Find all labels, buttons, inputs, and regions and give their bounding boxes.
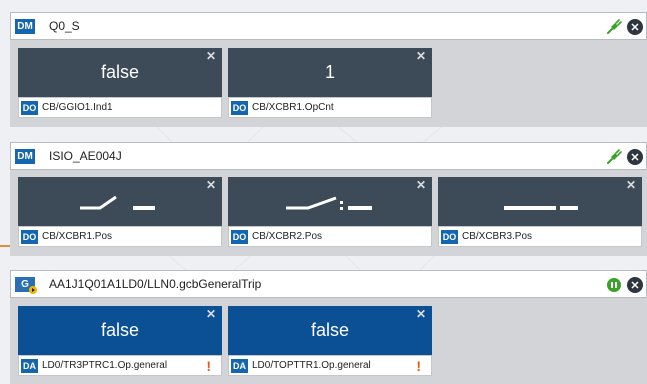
tile-footer: DA LD0/TOPTTR1.Op.general ! — [228, 355, 432, 376]
tile-label: CB/XCBR1.OpCnt — [252, 102, 334, 113]
switch-position-tile[interactable]: ✕ DO CB/XCBR1.Pos — [18, 177, 222, 247]
remove-tile-icon[interactable]: ✕ — [416, 49, 426, 63]
tile-type-badge: DO — [21, 230, 38, 244]
breaker-open-icon — [80, 195, 155, 210]
tile-label: CB/XCBR2.Pos — [252, 231, 323, 242]
value-tile[interactable]: false ✕ DA LD0/TOPTTR1.Op.general ! — [228, 306, 432, 376]
remove-tile-icon[interactable]: ✕ — [206, 307, 216, 321]
panel-type-badge: DM — [15, 149, 35, 164]
tile-label: LD0/TR3PTRC1.Op.general — [42, 360, 168, 371]
close-panel-button[interactable]: ✕ — [627, 149, 643, 165]
tile-graphic-area — [18, 177, 222, 226]
tile-label: CB/XCBR1.Pos — [42, 231, 113, 242]
tile-graphic-area — [438, 177, 642, 226]
panel-title: AA1J1Q01A1LD0/LLN0.gcbGeneralTrip — [49, 277, 262, 291]
tile-footer: DO CB/XCBR1.Pos — [18, 226, 222, 247]
panel-type-badge: DM — [15, 19, 35, 34]
breaker-closed-icon — [504, 206, 578, 210]
value-tile[interactable]: false ✕ DA LD0/TR3PTRC1.Op.general ! — [18, 306, 222, 376]
tile-value: false — [18, 48, 222, 97]
value-tile[interactable]: 1 ✕ DO CB/XCBR1.OpCnt — [228, 48, 432, 118]
tile-label: CB/GGIO1.Ind1 — [42, 102, 113, 113]
panel-title: ISIO_AE004J — [49, 149, 122, 163]
tile-type-badge: DO — [21, 101, 38, 115]
close-panel-button[interactable]: ✕ — [627, 277, 643, 293]
value-tile[interactable]: false ✕ DO CB/GGIO1.Ind1 — [18, 48, 222, 118]
remove-tile-icon[interactable]: ✕ — [206, 49, 216, 63]
goose-subscription-icon[interactable] — [606, 277, 622, 293]
tile-type-badge: DA — [21, 359, 38, 373]
tile-value: false — [18, 306, 222, 355]
switch-position-tile[interactable]: ✕ DO CB/XCBR2.Pos — [228, 177, 432, 247]
panel-header: G AA1J1Q01A1LD0/LLN0.gcbGeneralTrip ✕ — [10, 270, 647, 298]
tile-value: false — [228, 306, 432, 355]
warning-icon: ! — [206, 358, 211, 374]
remove-tile-icon[interactable]: ✕ — [416, 307, 426, 321]
remove-tile-icon[interactable]: ✕ — [206, 178, 216, 192]
breaker-intermediate-icon — [286, 196, 372, 210]
watch-panel-q0-s: DM Q0_S ✕ false ✕ DO CB/GGIO1.Ind1 1 ✕ D… — [10, 12, 647, 127]
tile-footer: DO CB/GGIO1.Ind1 — [18, 97, 222, 118]
watch-panel-isio: DM ISIO_AE004J ✕ ✕ DO CB/XCBR1.Pos ✕ DO … — [10, 142, 647, 256]
close-panel-button[interactable]: ✕ — [627, 19, 643, 35]
remove-tile-icon[interactable]: ✕ — [416, 178, 426, 192]
tile-type-badge: DO — [441, 230, 458, 244]
tile-footer: DO CB/XCBR1.OpCnt — [228, 97, 432, 118]
tile-type-badge: DO — [231, 230, 248, 244]
watch-panel-goose: G AA1J1Q01A1LD0/LLN0.gcbGeneralTrip ✕ fa… — [10, 270, 647, 384]
panel-header: DM Q0_S ✕ — [10, 12, 647, 40]
tile-footer: DO CB/XCBR2.Pos — [228, 226, 432, 247]
tile-footer: DO CB/XCBR3.Pos — [438, 226, 642, 247]
tile-footer: DA LD0/TR3PTRC1.Op.general ! — [18, 355, 222, 376]
connected-plug-icon[interactable] — [606, 149, 622, 165]
remove-tile-icon[interactable]: ✕ — [626, 178, 636, 192]
tile-type-badge: DO — [231, 101, 248, 115]
panel-title: Q0_S — [49, 19, 80, 33]
tile-graphic-area — [228, 177, 432, 226]
switch-position-tile[interactable]: ✕ DO CB/XCBR3.Pos — [438, 177, 642, 247]
tile-type-badge: DA — [231, 359, 248, 373]
tile-label: LD0/TOPTTR1.Op.general — [252, 360, 371, 371]
panel-header: DM ISIO_AE004J ✕ — [10, 142, 647, 170]
tile-label: CB/XCBR3.Pos — [462, 231, 533, 242]
warning-icon: ! — [416, 358, 421, 374]
connected-plug-icon[interactable] — [606, 19, 622, 35]
tile-value: 1 — [228, 48, 432, 97]
goose-play-icon — [29, 286, 37, 294]
